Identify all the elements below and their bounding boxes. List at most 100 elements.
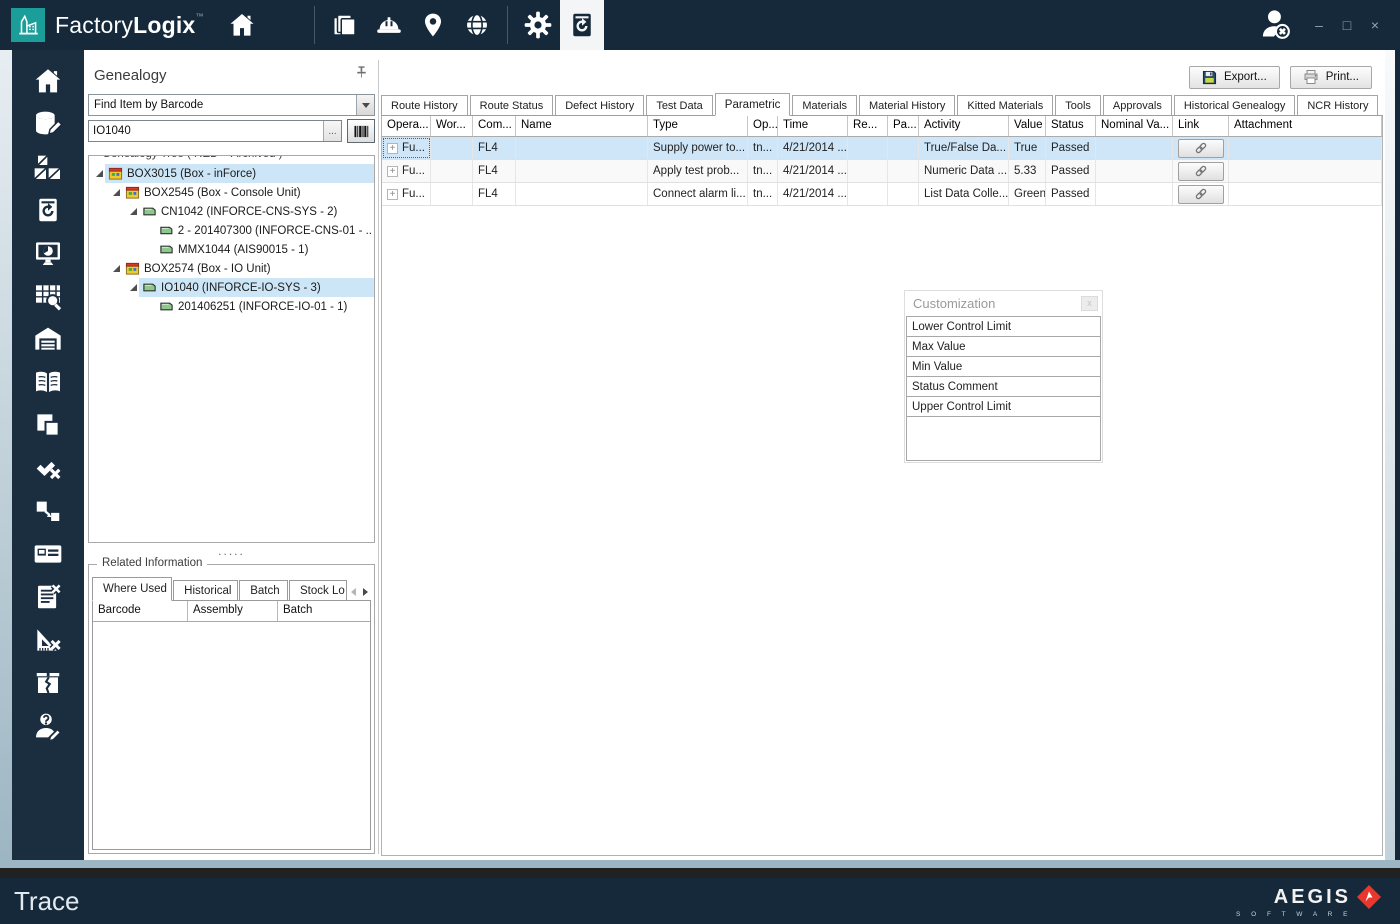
- hardhat-icon[interactable]: [367, 0, 411, 50]
- tree-row[interactable]: BOX2545 (Box - Console Unit): [89, 183, 374, 202]
- trace-history-icon[interactable]: [28, 193, 68, 226]
- tab-historical-genealogy[interactable]: Historical Genealogy: [1174, 95, 1296, 115]
- column-name[interactable]: Name: [516, 116, 648, 136]
- table-row[interactable]: Fu... FL4 Connect alarm li... tn... 4/21…: [382, 183, 1382, 206]
- column-activity[interactable]: Activity: [919, 116, 1009, 136]
- home-icon[interactable]: [28, 64, 68, 97]
- close-button[interactable]: ×: [1366, 17, 1384, 33]
- table-row[interactable]: Fu... FL4 Supply power to... tn... 4/21/…: [382, 137, 1382, 160]
- tab-test-data[interactable]: Test Data: [646, 95, 712, 115]
- tree-row[interactable]: BOX2574 (Box - IO Unit): [89, 259, 374, 278]
- user-logout-icon[interactable]: [1256, 5, 1292, 46]
- minimize-button[interactable]: –: [1310, 17, 1328, 33]
- customization-item[interactable]: Min Value: [907, 357, 1100, 377]
- tab-scroll-right-icon[interactable]: [363, 588, 368, 596]
- row-expand-icon[interactable]: [387, 189, 398, 200]
- column-operator[interactable]: Op...: [748, 116, 778, 136]
- tab-kitted-materials[interactable]: Kitted Materials: [957, 95, 1053, 115]
- column-value[interactable]: Value: [1009, 116, 1046, 136]
- tab-material-history[interactable]: Material History: [859, 95, 955, 115]
- tab-approvals[interactable]: Approvals: [1103, 95, 1172, 115]
- column-assembly[interactable]: Assembly: [188, 601, 278, 621]
- tree-expander-icon[interactable]: [110, 265, 122, 272]
- column-computer[interactable]: Com...: [473, 116, 516, 136]
- tab-route-history[interactable]: Route History: [381, 95, 468, 115]
- tree-row[interactable]: MMX1044 (AIS90015 - 1): [89, 240, 374, 259]
- material-boxes-icon[interactable]: [28, 150, 68, 183]
- export-button[interactable]: Export...: [1189, 66, 1280, 89]
- barcode-input[interactable]: [89, 121, 323, 141]
- cell-operation[interactable]: Fu...: [382, 137, 431, 159]
- column-part[interactable]: Pa...: [888, 116, 919, 136]
- documents-icon[interactable]: [323, 0, 367, 50]
- find-mode-dropdown[interactable]: Find Item by Barcode: [88, 94, 375, 116]
- dashboard-monitor-icon[interactable]: [28, 236, 68, 269]
- column-batch[interactable]: Batch: [278, 601, 370, 621]
- link-button[interactable]: [1178, 185, 1224, 204]
- tree-expander-icon[interactable]: [127, 208, 139, 215]
- scan-barcode-button[interactable]: [347, 119, 375, 143]
- location-pin-icon[interactable]: [411, 0, 455, 50]
- customization-item[interactable]: Max Value: [907, 337, 1100, 357]
- customization-item[interactable]: Status Comment: [907, 377, 1100, 397]
- badge-card-icon[interactable]: [28, 537, 68, 570]
- tab-defect-history[interactable]: Defect History: [555, 95, 644, 115]
- tree-row[interactable]: CN1042 (INFORCE-CNS-SYS - 2): [89, 202, 374, 221]
- tree-row[interactable]: IO1040 (INFORCE-IO-SYS - 3): [89, 278, 374, 297]
- browse-ellipsis-button[interactable]: ...: [323, 121, 341, 141]
- panel-splitter[interactable]: [378, 60, 379, 854]
- column-time[interactable]: Time: [778, 116, 848, 136]
- tab-materials[interactable]: Materials: [792, 95, 857, 115]
- table-row[interactable]: Fu... FL4 Apply test prob... tn... 4/21/…: [382, 160, 1382, 183]
- warehouse-icon[interactable]: [28, 322, 68, 355]
- tab-ncr-history[interactable]: NCR History: [1297, 95, 1378, 115]
- row-expand-icon[interactable]: [387, 143, 398, 154]
- customization-header[interactable]: Customization x: [905, 291, 1102, 316]
- link-button[interactable]: [1178, 139, 1224, 158]
- customization-item[interactable]: Upper Control Limit: [907, 397, 1100, 417]
- tab-route-status[interactable]: Route Status: [470, 95, 554, 115]
- horizontal-splitter[interactable]: .....: [88, 543, 375, 558]
- column-operation[interactable]: Opera...: [382, 116, 431, 136]
- tab-where-used[interactable]: Where Used: [92, 577, 172, 601]
- pin-icon[interactable]: [354, 65, 375, 85]
- windows-pages-icon[interactable]: [28, 408, 68, 441]
- verify-check-icon[interactable]: [28, 451, 68, 484]
- column-type[interactable]: Type: [648, 116, 748, 136]
- data-query-icon[interactable]: [28, 279, 68, 312]
- print-button[interactable]: Print...: [1290, 66, 1372, 89]
- transfer-icon[interactable]: [28, 494, 68, 527]
- close-icon[interactable]: x: [1081, 296, 1098, 311]
- tab-parametric[interactable]: Parametric: [715, 93, 791, 116]
- column-nominal-value[interactable]: Nominal Va...: [1096, 116, 1173, 136]
- tree-expander-icon[interactable]: [93, 170, 105, 177]
- tree-expander-icon[interactable]: [127, 284, 139, 291]
- column-workstation[interactable]: Wor...: [431, 116, 473, 136]
- dropdown-chevron-icon[interactable]: [356, 95, 374, 115]
- trace-icon[interactable]: [560, 0, 604, 50]
- tree-row[interactable]: 2 - 201407300 (INFORCE-CNS-01 - ...: [89, 221, 374, 240]
- link-button[interactable]: [1178, 162, 1224, 181]
- tab-scroll-left-icon[interactable]: [351, 588, 356, 596]
- tree-expander-icon[interactable]: [110, 189, 122, 196]
- tab-historical[interactable]: Historical: [173, 580, 238, 600]
- tab-tools[interactable]: Tools: [1055, 95, 1101, 115]
- globe-icon[interactable]: [455, 0, 499, 50]
- settings-gear-icon[interactable]: [516, 0, 560, 50]
- cell-operation[interactable]: Fu...: [382, 160, 431, 182]
- maximize-button[interactable]: □: [1338, 17, 1356, 33]
- defect-list-icon[interactable]: [28, 580, 68, 613]
- damaged-package-icon[interactable]: [28, 666, 68, 699]
- documentation-book-icon[interactable]: [28, 365, 68, 398]
- customization-item[interactable]: Lower Control Limit: [907, 317, 1100, 337]
- tree-row[interactable]: 201406251 (INFORCE-IO-01 - 1): [89, 297, 374, 316]
- measure-reject-icon[interactable]: [28, 623, 68, 656]
- tab-stock-location[interactable]: Stock Lo: [289, 580, 347, 600]
- column-barcode[interactable]: Barcode: [93, 601, 188, 621]
- tab-batch[interactable]: Batch: [239, 580, 288, 600]
- operator-query-icon[interactable]: [28, 709, 68, 742]
- column-status[interactable]: Status: [1046, 116, 1096, 136]
- column-revision[interactable]: Re...: [848, 116, 888, 136]
- cell-operation[interactable]: Fu...: [382, 183, 431, 205]
- row-expand-icon[interactable]: [387, 166, 398, 177]
